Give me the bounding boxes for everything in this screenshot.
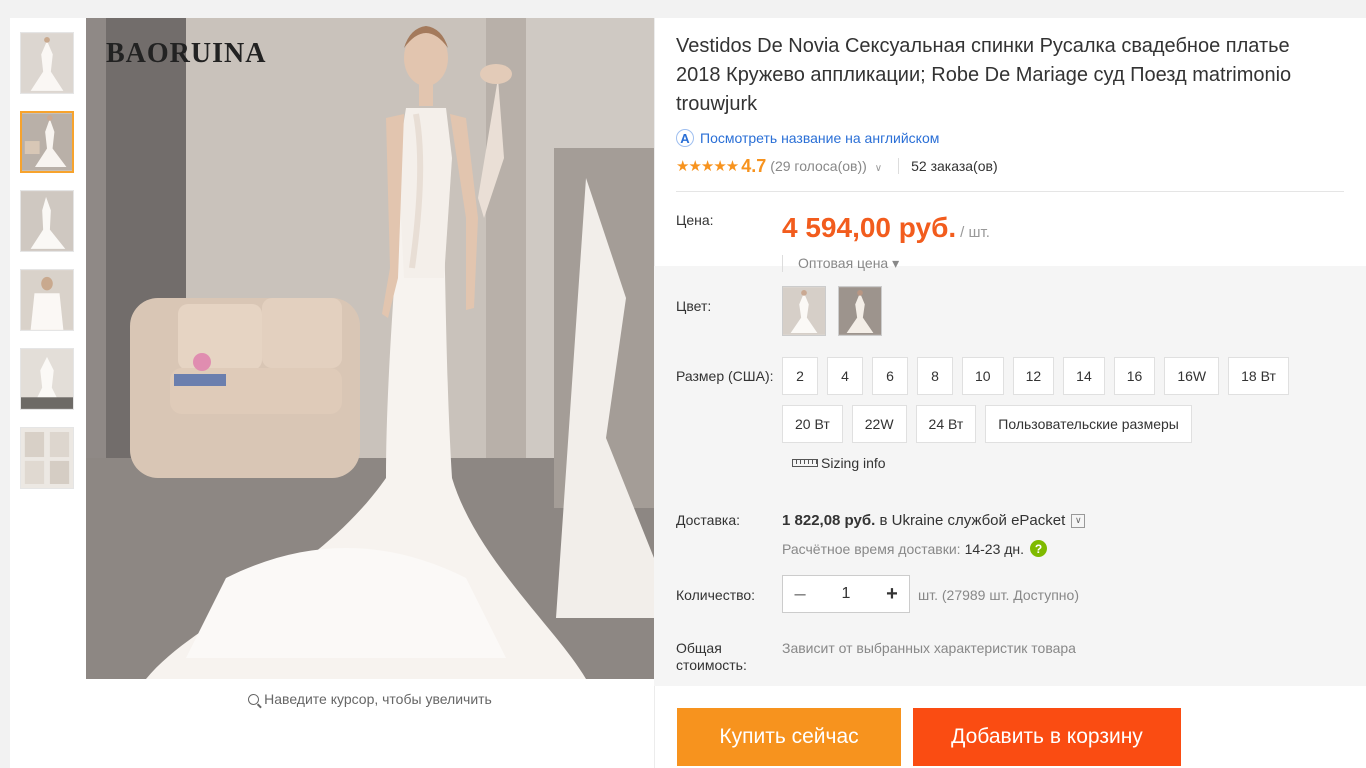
thumbnail-1[interactable] [20,32,74,94]
product-page: BAORUINA Наведите курсор, чтобы увеличит… [10,18,1366,768]
color-swatches [782,286,882,336]
ruler-icon [792,459,818,467]
price-label: Цена: [676,212,714,228]
sizing-info-link[interactable]: Sizing info [792,455,886,471]
quantity-increase-button[interactable]: + [875,576,909,612]
rating-separator [898,158,900,174]
size-label: Размер (США): [676,368,774,384]
thumbnail-6[interactable] [20,427,74,489]
shipping-estimate-label: Расчётное время доставки: [782,540,961,557]
price-block: Цена: 4 594,00 руб. / шт. Оптовая цена ▾ [676,192,1366,288]
color-swatch-1[interactable] [782,286,826,336]
add-to-cart-button[interactable]: Добавить в корзину [913,708,1181,766]
thumbnail-3[interactable] [20,190,74,252]
total-label: Общая стоимость: [676,640,747,673]
size-option[interactable]: 8 [917,357,953,395]
wholesale-price-toggle[interactable]: Оптовая цена ▾ [782,255,899,272]
shipping-estimate: Расчётное время доставки: 14-23 дн. ? [782,540,1048,557]
size-option[interactable]: 4 [827,357,863,395]
size-option-custom[interactable]: Пользовательские размеры [985,405,1192,443]
wedding-dress-photo [86,18,654,679]
size-option[interactable]: 16W [1164,357,1220,395]
quantity-available: шт. (27989 шт. Доступно) [918,587,1079,603]
thumbnail-4[interactable] [20,269,74,331]
rating-row: ★★★★★ 4.7 (29 голоса(ов)) ∨ 52 заказа(ов) [676,155,1366,177]
magnifier-icon [248,694,260,705]
color-label: Цвет: [676,298,712,314]
zoom-hint: Наведите курсор, чтобы увеличить [86,691,654,707]
size-option[interactable]: 24 Вт [915,405,977,443]
total-value: Зависит от выбранных характеристик товар… [782,640,1076,656]
shipping-option[interactable]: 1 822,08 руб. в Ukraine службой ePacket … [782,512,1086,529]
shipping-label: Доставка: [676,512,741,528]
thumbnail-2[interactable] [20,111,74,173]
size-option[interactable]: 22W [851,405,907,443]
rating-votes-text[interactable]: (29 голоса(ов)) [770,158,867,174]
translate-link-text[interactable]: Посмотреть название на английском [700,130,939,146]
price: 4 594,00 руб. / шт. [782,212,990,244]
chevron-down-icon[interactable]: ∨ [1071,513,1086,528]
translate-link[interactable]: A Посмотреть название на английском [676,129,1366,147]
help-icon[interactable]: ? [1030,540,1048,557]
color-swatch-2[interactable] [838,286,882,336]
main-product-image[interactable]: BAORUINA [86,18,654,679]
size-option[interactable]: 14 [1063,357,1105,395]
rating-value: 4.7 [741,155,767,176]
shipping-destination[interactable]: в Ukraine службой ePacket [879,512,1065,529]
size-option[interactable]: 20 Вт [782,405,843,443]
shipping-cost: 1 822,08 руб. [782,512,876,529]
size-option[interactable]: 18 Вт [1228,357,1289,395]
quantity-decrease-button[interactable]: – [783,576,817,612]
size-option[interactable]: 10 [962,357,1004,395]
brand-watermark: BAORUINA [106,38,267,69]
rating-stars-icon: ★★★★★ [676,158,739,175]
order-count: 52 заказа(ов) [911,158,998,174]
options-panel-background [654,266,1366,686]
rating-votes[interactable]: (29 голоса(ов)) ∨ [770,158,882,174]
size-option[interactable]: 12 [1012,357,1055,395]
zoom-hint-text: Наведите курсор, чтобы увеличить [264,691,492,707]
product-info: Vestidos De Novia Сексуальная спинки Рус… [676,18,1366,288]
chevron-down-icon[interactable]: ∨ [875,163,882,174]
price-amount: 4 594,00 руб. [782,212,957,243]
size-options: 2 4 6 8 10 12 14 16 16W 18 Вт 20 Вт 22W … [782,357,1342,443]
quantity-label: Количество: [676,587,756,603]
shipping-estimate-days: 14-23 дн. [964,540,1025,557]
sizing-info-text[interactable]: Sizing info [821,455,886,471]
buy-now-button[interactable]: Купить сейчас [677,708,901,766]
thumbnail-5[interactable] [20,348,74,410]
price-unit: / шт. [960,224,990,241]
product-title: Vestidos De Novia Сексуальная спинки Рус… [676,35,1292,115]
size-option[interactable]: 6 [872,357,908,395]
size-option[interactable]: 16 [1113,357,1156,395]
size-option[interactable]: 2 [782,357,818,395]
quantity-input[interactable] [821,585,871,603]
quantity-stepper: – + [782,575,910,613]
thumbnail-list [20,32,76,506]
translate-icon: A [676,129,694,147]
